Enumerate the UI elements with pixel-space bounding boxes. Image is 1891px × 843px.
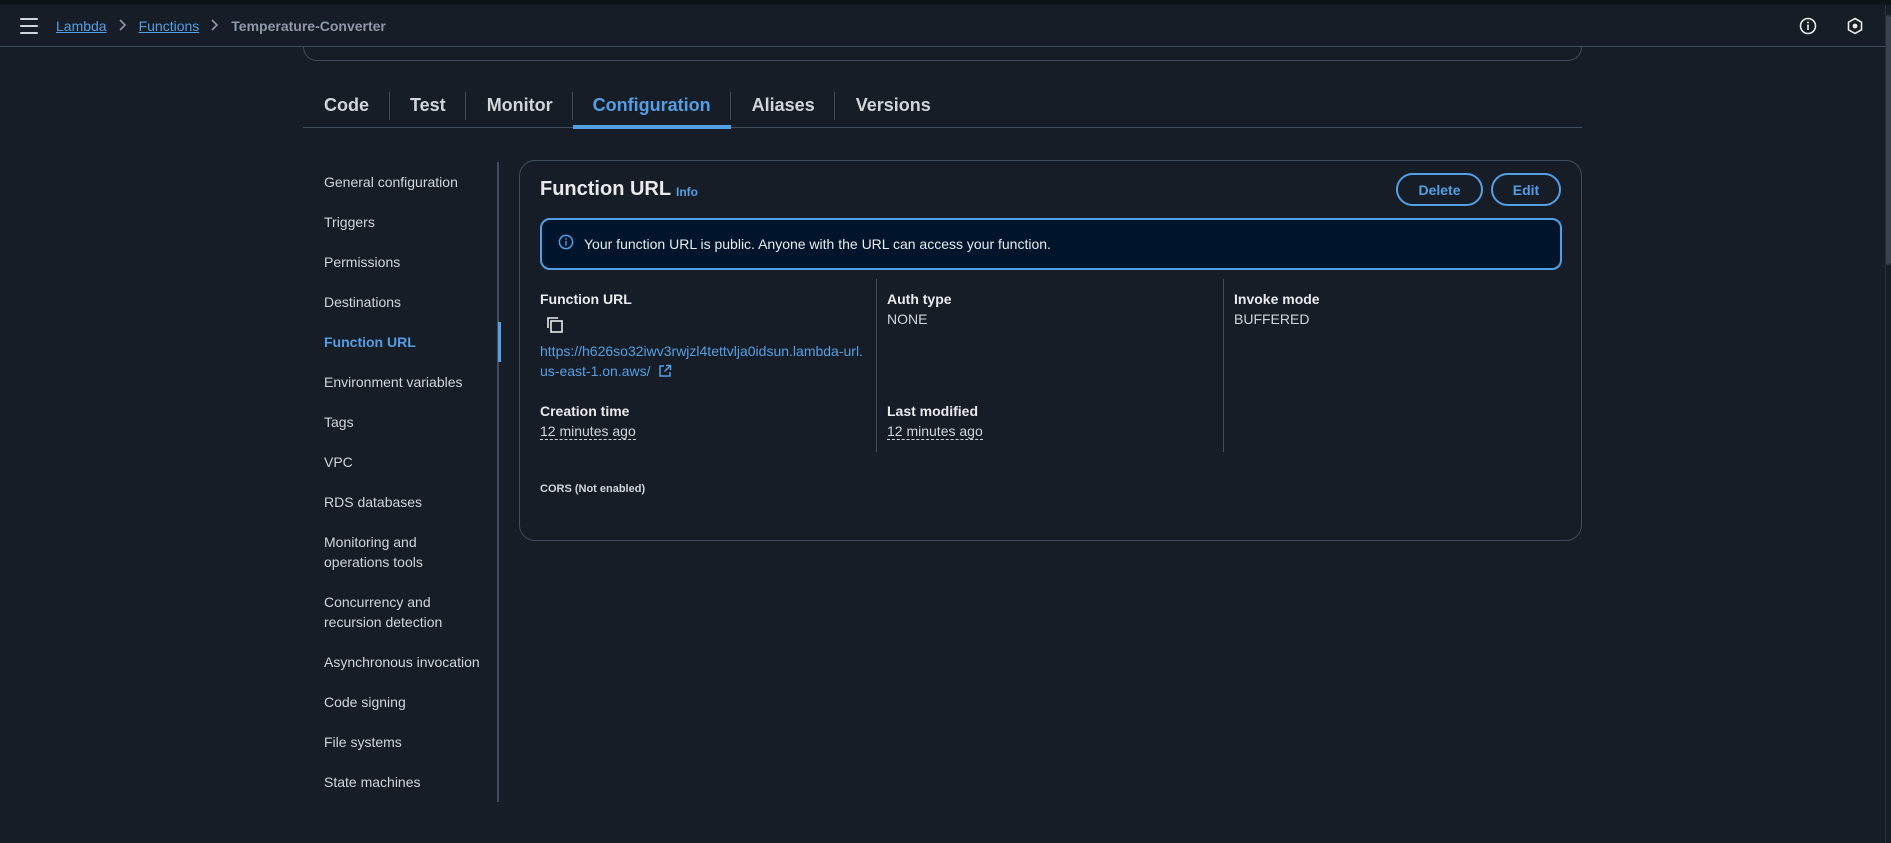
sidebar-item-general-configuration[interactable]: General configuration	[324, 172, 458, 192]
column-divider	[1223, 279, 1224, 452]
sidebar-item-destinations[interactable]: Destinations	[324, 292, 401, 312]
invoke-mode-label: Invoke mode	[1234, 291, 1320, 307]
tab-configuration[interactable]: Configuration	[572, 86, 731, 129]
tab-test[interactable]: Test	[390, 86, 466, 128]
sidebar-item-permissions[interactable]: Permissions	[324, 252, 400, 272]
sidebar-item-state-machines[interactable]: State machines	[324, 772, 421, 792]
top-navigation-bar: Lambda Functions Temperature-Converter	[0, 5, 1885, 47]
chevron-right-icon	[211, 18, 219, 34]
panel-title: Function URL	[540, 178, 672, 200]
tab-aliases[interactable]: Aliases	[731, 86, 835, 128]
sidebar-item-rds-databases[interactable]: RDS databases	[324, 492, 422, 512]
copy-icon[interactable]	[546, 316, 564, 334]
tab-label: Aliases	[751, 95, 815, 115]
creation-time-label: Creation time	[540, 403, 630, 419]
breadcrumb-current: Temperature-Converter	[231, 18, 386, 34]
sidebar-item-asynchronous-invocation[interactable]: Asynchronous invocation	[324, 652, 480, 672]
last-modified-value[interactable]: 12 minutes ago	[887, 423, 983, 440]
tab-label: Test	[410, 95, 446, 115]
auth-type-label: Auth type	[887, 291, 952, 307]
info-circle-icon	[558, 234, 574, 255]
page-scrollbar[interactable]	[1885, 5, 1891, 843]
sidebar-item-monitoring-tools[interactable]: Monitoring and operations tools	[324, 532, 464, 572]
function-overview-card-edge	[303, 47, 1582, 61]
function-url-label: Function URL	[540, 291, 632, 307]
invoke-mode-value: BUFFERED	[1234, 311, 1310, 327]
delete-button[interactable]: Delete	[1396, 173, 1483, 206]
tab-monitor[interactable]: Monitor	[466, 86, 573, 128]
configuration-side-navigation: General configuration Triggers Permissio…	[303, 162, 501, 802]
public-url-alert: Your function URL is public. Anyone with…	[540, 218, 1562, 270]
tab-label: Configuration	[592, 95, 711, 115]
tab-label: Monitor	[486, 95, 553, 115]
hexagon-settings-icon[interactable]	[1846, 17, 1864, 35]
auth-type-value: NONE	[887, 311, 928, 327]
tab-label: Versions	[855, 95, 931, 115]
breadcrumb-lambda-link[interactable]: Lambda	[56, 18, 107, 34]
edit-button[interactable]: Edit	[1491, 173, 1561, 206]
sidebar-item-environment-variables[interactable]: Environment variables	[324, 372, 463, 392]
sidebar-item-function-url[interactable]: Function URL	[324, 332, 416, 352]
sidebar-item-file-systems[interactable]: File systems	[324, 732, 402, 752]
creation-time-value[interactable]: 12 minutes ago	[540, 423, 636, 440]
info-circle-icon[interactable]	[1799, 17, 1817, 35]
alert-message: Your function URL is public. Anyone with…	[584, 236, 1051, 252]
function-url-panel: Function URL Info Delete Edit Your funct…	[519, 160, 1582, 541]
breadcrumb-functions-link[interactable]: Functions	[139, 18, 200, 34]
tab-code[interactable]: Code	[303, 86, 390, 128]
tab-versions[interactable]: Versions	[835, 86, 951, 128]
breadcrumb: Lambda Functions Temperature-Converter	[56, 18, 386, 34]
function-url-link[interactable]: https://h626so32iwv3rwjzl4tettvlja0idsun…	[540, 341, 870, 383]
column-divider	[876, 279, 877, 452]
last-modified-label: Last modified	[887, 403, 979, 419]
sidebar-item-concurrency[interactable]: Concurrency and recursion detection	[324, 592, 484, 632]
external-link-icon	[658, 363, 672, 383]
chevron-right-icon	[119, 18, 127, 34]
sidebar-item-code-signing[interactable]: Code signing	[324, 692, 406, 712]
tab-label: Code	[324, 95, 369, 115]
sidebar-item-triggers[interactable]: Triggers	[324, 212, 375, 232]
sidebar-item-tags[interactable]: Tags	[324, 412, 354, 432]
cors-status: CORS (Not enabled)	[540, 483, 646, 495]
sidebar-item-vpc[interactable]: VPC	[324, 452, 353, 472]
function-tabs: Code Test Monitor Configuration Aliases …	[303, 86, 1582, 129]
info-link[interactable]: Info	[676, 185, 698, 199]
hamburger-menu-icon[interactable]	[20, 18, 38, 34]
function-url-value: https://h626so32iwv3rwjzl4tettvlja0idsun…	[540, 343, 863, 379]
active-item-indicator	[498, 322, 501, 362]
